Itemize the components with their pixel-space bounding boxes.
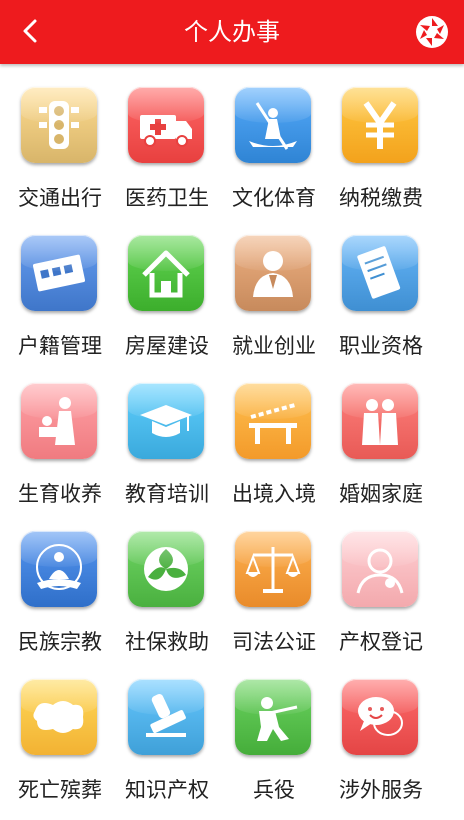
service-label: 婚姻家庭 bbox=[339, 482, 423, 506]
service-tile[interactable] bbox=[21, 679, 97, 755]
stamp-icon bbox=[146, 694, 186, 737]
service-tile[interactable] bbox=[342, 679, 418, 755]
service-label: 生育收养 bbox=[18, 482, 102, 506]
traffic-light-icon bbox=[39, 101, 79, 149]
service-item[interactable]: 生育收养 bbox=[2, 376, 118, 524]
aperture-icon[interactable] bbox=[414, 14, 450, 50]
house-icon bbox=[142, 250, 190, 298]
service-tile[interactable] bbox=[235, 235, 311, 311]
service-item[interactable]: 民族宗教 bbox=[2, 524, 118, 672]
service-label: 民族宗教 bbox=[18, 630, 102, 654]
service-item[interactable]: 产权登记 bbox=[323, 524, 439, 672]
service-item[interactable]: 交通出行 bbox=[2, 80, 118, 228]
service-tile[interactable] bbox=[342, 235, 418, 311]
service-tile[interactable] bbox=[342, 383, 418, 459]
service-item[interactable]: 死亡殡葬 bbox=[2, 672, 118, 820]
service-item[interactable]: 房屋建设 bbox=[109, 228, 225, 376]
border-gate-icon bbox=[249, 403, 297, 444]
couple-icon bbox=[362, 399, 398, 445]
service-tile[interactable] bbox=[235, 87, 311, 163]
service-tile[interactable] bbox=[128, 383, 204, 459]
service-tile[interactable] bbox=[21, 87, 97, 163]
service-item[interactable]: 就业创业 bbox=[216, 228, 332, 376]
service-label: 社保救助 bbox=[125, 630, 209, 654]
service-tile[interactable] bbox=[128, 235, 204, 311]
service-tile[interactable] bbox=[128, 531, 204, 607]
graduation-cap-icon bbox=[140, 405, 192, 437]
mother-child-icon bbox=[39, 397, 75, 445]
service-tile[interactable] bbox=[235, 679, 311, 755]
service-item[interactable]: 出境入境 bbox=[216, 376, 332, 524]
worker-icon bbox=[253, 251, 293, 297]
top-bar: 个人办事 bbox=[0, 0, 464, 64]
person-badge-icon bbox=[356, 548, 404, 594]
service-label: 交通出行 bbox=[18, 186, 102, 210]
service-item[interactable]: 纳税缴费 bbox=[323, 80, 439, 228]
soldier-icon bbox=[257, 697, 298, 741]
service-item[interactable]: 兵役 bbox=[216, 672, 332, 820]
service-item[interactable]: 文化体育 bbox=[216, 80, 332, 228]
service-tile[interactable] bbox=[21, 531, 97, 607]
service-item[interactable]: 司法公证 bbox=[216, 524, 332, 672]
service-label: 教育培训 bbox=[125, 482, 209, 506]
service-item[interactable]: 户籍管理 bbox=[2, 228, 118, 376]
service-label: 产权登记 bbox=[339, 630, 423, 654]
service-label: 司法公证 bbox=[232, 630, 316, 654]
service-item[interactable]: 社保救助 bbox=[109, 524, 225, 672]
ambulance-icon bbox=[140, 115, 192, 147]
service-label: 职业资格 bbox=[339, 334, 423, 358]
service-tile[interactable] bbox=[342, 531, 418, 607]
buddha-icon bbox=[36, 544, 82, 590]
service-item[interactable]: 涉外服务 bbox=[323, 672, 439, 820]
service-item[interactable]: 医药卫生 bbox=[109, 80, 225, 228]
certificate-icon bbox=[357, 246, 401, 299]
id-card-icon bbox=[32, 254, 86, 292]
service-label: 户籍管理 bbox=[18, 334, 102, 358]
service-tile[interactable] bbox=[128, 679, 204, 755]
service-tile[interactable] bbox=[21, 383, 97, 459]
service-label: 纳税缴费 bbox=[339, 186, 423, 210]
service-item[interactable]: 知识产权 bbox=[109, 672, 225, 820]
service-item[interactable]: 教育培训 bbox=[109, 376, 225, 524]
cloud-scroll-icon bbox=[33, 701, 84, 733]
scales-icon bbox=[245, 547, 301, 593]
service-tile[interactable] bbox=[235, 383, 311, 459]
service-tile[interactable] bbox=[21, 235, 97, 311]
service-tile[interactable] bbox=[128, 87, 204, 163]
service-label: 就业创业 bbox=[232, 334, 316, 358]
service-tile[interactable] bbox=[342, 87, 418, 163]
service-label: 医药卫生 bbox=[125, 186, 209, 210]
speech-smile-icon bbox=[358, 697, 403, 736]
page-title: 个人办事 bbox=[184, 18, 280, 46]
service-label: 文化体育 bbox=[232, 186, 316, 210]
service-tile[interactable] bbox=[235, 531, 311, 607]
service-label: 出境入境 bbox=[232, 482, 316, 506]
service-item[interactable]: 婚姻家庭 bbox=[323, 376, 439, 524]
service-label: 房屋建设 bbox=[125, 334, 209, 358]
rowing-icon bbox=[249, 102, 297, 150]
social-security-icon bbox=[144, 547, 188, 591]
service-item[interactable]: 职业资格 bbox=[323, 228, 439, 376]
yen-icon bbox=[363, 101, 397, 149]
